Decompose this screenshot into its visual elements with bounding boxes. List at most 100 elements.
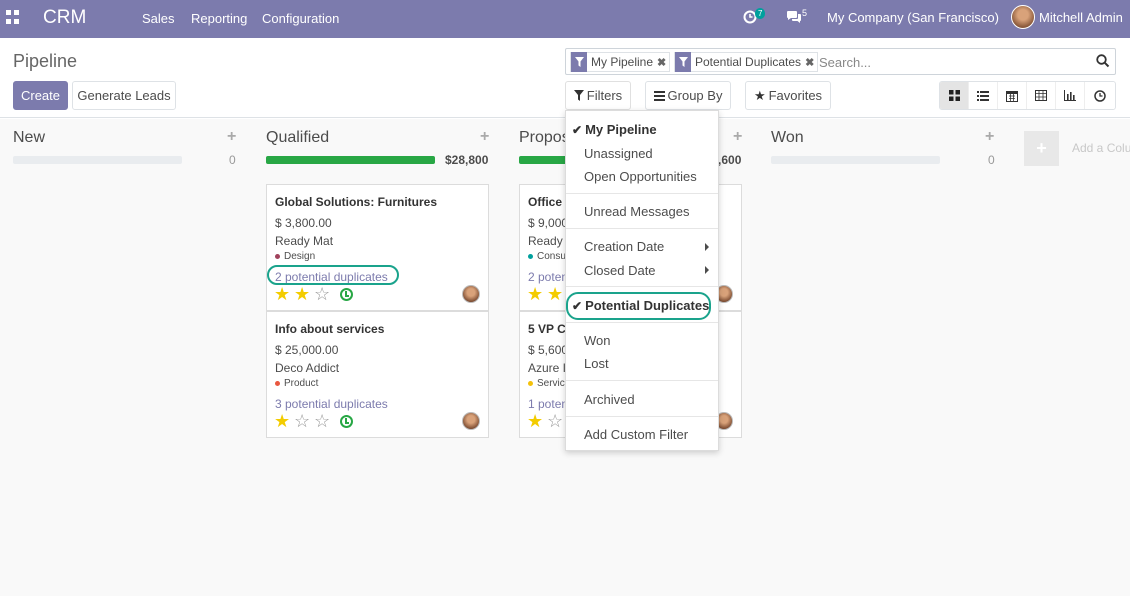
- column-title-won: Won: [771, 129, 804, 146]
- company-switcher[interactable]: My Company (San Francisco): [827, 10, 999, 25]
- progress-fill: [266, 156, 435, 164]
- card-amount: $ 25,000.00: [275, 343, 339, 357]
- potential-duplicates-link[interactable]: 3 potential duplicates: [275, 397, 388, 411]
- list-view-icon[interactable]: [969, 82, 998, 109]
- card-tag: Product: [275, 378, 318, 389]
- tag-label: Design: [284, 251, 316, 262]
- checkmark-icon: ✔: [572, 122, 583, 137]
- filter-icon: [675, 52, 691, 72]
- remove-facet-icon[interactable]: ✖: [805, 56, 817, 69]
- priority-stars[interactable]: ★★☆: [274, 285, 334, 303]
- remove-facet-icon[interactable]: ✖: [657, 56, 669, 69]
- page-title: Pipeline: [13, 51, 78, 71]
- user-menu[interactable]: Mitchell Admin: [1039, 10, 1123, 25]
- pivot-view-icon[interactable]: [1027, 82, 1056, 109]
- submenu-caret-icon: [705, 243, 709, 251]
- tag-label: Product: [284, 378, 319, 389]
- filter-option-potential-duplicates[interactable]: ✔ Potential Duplicates: [572, 298, 709, 313]
- tag-color-dot: [275, 381, 280, 386]
- filter-option-closed-date[interactable]: Closed Date: [584, 263, 656, 278]
- add-column-plus-icon[interactable]: +: [1024, 131, 1059, 166]
- star-filled-icon[interactable]: ★: [527, 285, 547, 303]
- quick-create-plus-icon[interactable]: +: [733, 128, 742, 146]
- star-filled-icon[interactable]: ★: [274, 412, 294, 430]
- filter-option-lost[interactable]: Lost: [584, 356, 609, 371]
- salesperson-avatar: [462, 412, 480, 430]
- view-switcher: [939, 81, 1116, 110]
- facet-label: Potential Duplicates: [695, 55, 802, 69]
- generate-leads-button[interactable]: Generate Leads: [72, 81, 176, 110]
- activity-clock-icon[interactable]: [340, 415, 353, 428]
- top-navbar: CRM Sales Reporting Configuration 7 5 My…: [0, 0, 1130, 38]
- menu-divider: [566, 380, 718, 381]
- filters-dropdown-menu: ✔ My Pipeline Unassigned Open Opportuniti…: [565, 110, 719, 451]
- potential-duplicates-link[interactable]: 2 potential duplicates: [275, 270, 388, 284]
- column-sum: 0: [229, 153, 236, 167]
- kanban-view-icon[interactable]: [940, 82, 969, 109]
- create-button[interactable]: Create: [13, 81, 68, 110]
- list-bars-icon: [653, 90, 665, 101]
- menu-reporting[interactable]: Reporting: [191, 11, 247, 26]
- star-empty-icon[interactable]: ☆: [547, 412, 567, 430]
- star-empty-icon[interactable]: ☆: [314, 412, 334, 430]
- facet-my-pipeline: My Pipeline ✖: [570, 52, 671, 72]
- search-bar[interactable]: My Pipeline ✖ Potential Duplicates ✖: [565, 48, 1116, 75]
- calendar-view-icon[interactable]: [998, 82, 1027, 109]
- star-icon: ★: [753, 87, 766, 103]
- filter-option-open-opportunities[interactable]: Open Opportunities: [584, 169, 697, 184]
- menu-sales[interactable]: Sales: [142, 11, 175, 26]
- card-tag: Design: [275, 251, 315, 262]
- tag-color-dot: [528, 254, 533, 259]
- filter-option-unassigned[interactable]: Unassigned: [584, 146, 653, 161]
- graph-view-icon[interactable]: [1056, 82, 1085, 109]
- add-custom-filter[interactable]: Add Custom Filter: [584, 427, 688, 442]
- quick-create-plus-icon[interactable]: +: [480, 128, 489, 146]
- star-filled-icon[interactable]: ★: [547, 285, 567, 303]
- add-column-label[interactable]: Add a Column: [1072, 141, 1130, 155]
- column-progressbar[interactable]: [13, 156, 182, 164]
- filter-option-unread-messages[interactable]: Unread Messages: [584, 204, 690, 219]
- card-customer: Deco Addict: [275, 361, 340, 375]
- menu-configuration[interactable]: Configuration: [262, 11, 339, 26]
- search-input[interactable]: [819, 52, 1079, 72]
- filter-icon: [571, 52, 587, 72]
- menu-divider: [566, 286, 718, 287]
- checkmark-icon: ✔: [572, 298, 583, 313]
- star-empty-icon[interactable]: ☆: [314, 285, 334, 303]
- menu-divider: [566, 228, 718, 229]
- filter-option-my-pipeline[interactable]: ✔ My Pipeline: [572, 122, 657, 137]
- card-title: Global Solutions: Furnitures: [275, 195, 437, 209]
- groupby-button[interactable]: Group By: [645, 81, 731, 110]
- activity-view-icon[interactable]: [1085, 82, 1114, 109]
- card-amount: $ 3,800.00: [275, 216, 332, 230]
- user-avatar[interactable]: [1011, 5, 1035, 29]
- filter-option-creation-date[interactable]: Creation Date: [584, 239, 664, 254]
- menu-divider: [566, 193, 718, 194]
- filters-button[interactable]: Filters: [565, 81, 631, 110]
- column-progressbar[interactable]: [266, 156, 435, 164]
- apps-menu-icon[interactable]: [6, 10, 20, 24]
- app-brand[interactable]: CRM: [43, 7, 86, 29]
- column-progressbar[interactable]: [771, 156, 940, 164]
- star-filled-icon[interactable]: ★: [527, 412, 547, 430]
- favorites-button[interactable]: ★ Favorites: [745, 81, 831, 110]
- facet-potential-duplicates: Potential Duplicates ✖: [674, 52, 819, 72]
- filter-option-won[interactable]: Won: [584, 333, 611, 348]
- kanban-card[interactable]: Info about services $ 25,000.00 Deco Add…: [266, 311, 489, 438]
- tag-color-dot: [528, 381, 533, 386]
- kanban-card[interactable]: Global Solutions: Furnitures $ 3,800.00 …: [266, 184, 489, 311]
- star-empty-icon[interactable]: ☆: [294, 412, 314, 430]
- search-icon[interactable]: [1096, 54, 1110, 68]
- facet-label: My Pipeline: [591, 55, 654, 69]
- control-panel: Pipeline Create Generate Leads My Pipeli…: [0, 38, 1130, 118]
- priority-stars[interactable]: ★☆☆: [274, 412, 334, 430]
- quick-create-plus-icon[interactable]: +: [227, 128, 236, 146]
- menu-divider: [566, 322, 718, 323]
- quick-create-plus-icon[interactable]: +: [985, 128, 994, 146]
- messages-chat-icon[interactable]: [786, 10, 802, 24]
- activity-clock-icon[interactable]: [340, 288, 353, 301]
- star-filled-icon[interactable]: ★: [274, 285, 294, 303]
- star-filled-icon[interactable]: ★: [294, 285, 314, 303]
- filter-option-archived[interactable]: Archived: [584, 392, 635, 407]
- card-title: Info about services: [275, 322, 385, 336]
